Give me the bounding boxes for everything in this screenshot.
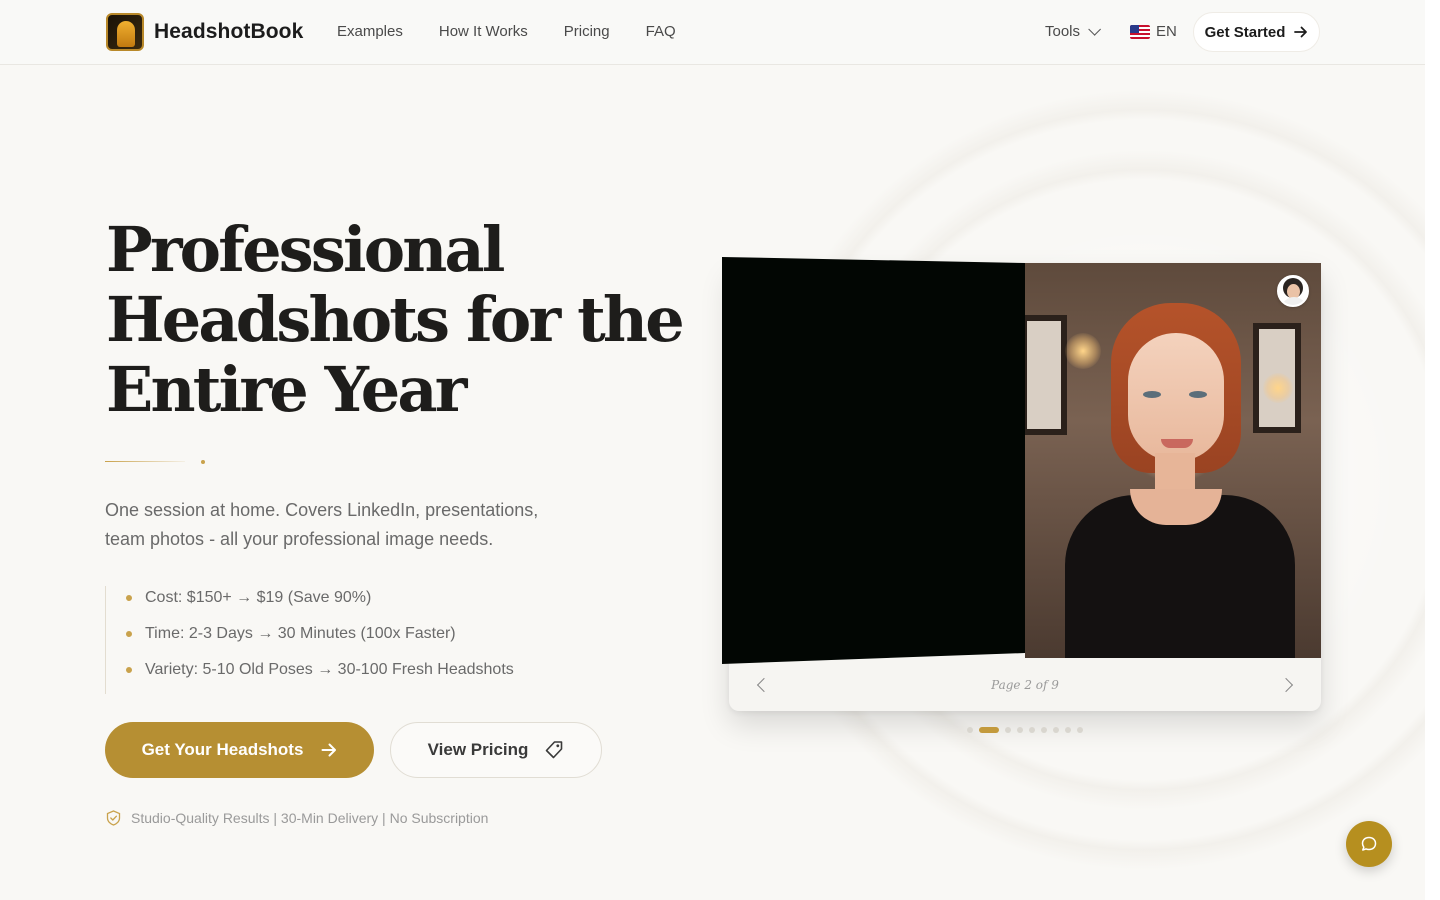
chevron-right-icon[interactable] <box>1278 677 1294 692</box>
decorative-divider <box>105 460 205 464</box>
headshotbook-logo-icon <box>106 13 144 51</box>
arrow-right-icon <box>1294 26 1308 38</box>
site-header: HeadshotBook Examples How It Works Prici… <box>0 0 1425 65</box>
wall-frame <box>1025 315 1067 435</box>
benefit-cost: Cost: $150+ → $19 (Save 90%) <box>126 586 514 622</box>
brand-logo[interactable]: HeadshotBook <box>106 13 303 51</box>
view-pricing-label: View Pricing <box>427 740 529 759</box>
get-your-headshots-label: Get Your Headshots <box>141 740 304 759</box>
price-tag-icon <box>546 741 563 759</box>
shield-check-icon <box>106 810 121 826</box>
chat-bubble-icon <box>1361 836 1377 851</box>
benefit-variety: Variety: 5-10 Old Poses → 30-100 Fresh H… <box>126 658 514 694</box>
user-avatar[interactable] <box>1277 275 1309 307</box>
benefit-time: Time: 2-3 Days → 30 Minutes (100x Faster… <box>126 622 514 658</box>
light-bokeh <box>1065 333 1101 369</box>
trust-line: Studio-Quality Results | 30-Min Delivery… <box>106 810 488 826</box>
carousel-dot[interactable] <box>967 727 973 733</box>
arrow-right-icon <box>321 743 337 757</box>
page-indicator: Page 2 of 9 <box>991 677 1059 692</box>
brand-name: HeadshotBook <box>154 20 304 43</box>
chevron-left-icon[interactable] <box>756 677 772 692</box>
us-flag-icon <box>1130 24 1150 39</box>
carousel-dot[interactable] <box>1077 727 1083 733</box>
book-page-left[interactable] <box>722 257 1025 664</box>
book-pagination-bar: Page 2 of 9 <box>729 658 1321 711</box>
carousel-dot[interactable] <box>1017 727 1023 733</box>
nav-link-examples[interactable]: Examples <box>337 23 403 40</box>
carousel-dot-active[interactable] <box>979 727 999 733</box>
hero-title: Professional Headshots for the Entire Ye… <box>106 213 685 426</box>
carousel-dot[interactable] <box>1029 727 1035 733</box>
portrait-lips <box>1161 439 1193 448</box>
headshot-book-viewer[interactable]: Page 2 of 9 <box>722 257 1322 712</box>
carousel-dot[interactable] <box>1041 727 1047 733</box>
chat-button[interactable] <box>1346 821 1392 867</box>
nav-link-how-it-works[interactable]: How It Works <box>439 23 528 40</box>
language-label: EN <box>1156 23 1177 40</box>
view-pricing-button[interactable]: View Pricing <box>390 722 602 778</box>
scrollbar-track[interactable] <box>1425 0 1440 900</box>
tools-label: Tools <box>1045 23 1081 40</box>
language-selector[interactable]: EN <box>1130 23 1177 40</box>
carousel-dot[interactable] <box>1053 727 1059 733</box>
get-started-button[interactable]: Get Started <box>1193 12 1320 52</box>
carousel-dot[interactable] <box>1065 727 1071 733</box>
portrait-eye <box>1143 391 1161 398</box>
book-page-right-headshot[interactable] <box>1025 263 1321 658</box>
carousel-dots <box>967 727 1083 733</box>
carousel-dot[interactable] <box>1005 727 1011 733</box>
light-bokeh <box>1263 373 1293 403</box>
hero-subtitle: One session at home. Covers LinkedIn, pr… <box>105 500 539 549</box>
portrait-eye <box>1189 391 1207 398</box>
trust-text: Studio-Quality Results | 30-Min Delivery… <box>131 810 489 826</box>
get-your-headshots-button[interactable]: Get Your Headshots <box>105 722 374 778</box>
nav-link-pricing[interactable]: Pricing <box>564 23 610 40</box>
main-nav: Examples How It Works Pricing FAQ <box>337 23 676 40</box>
get-started-label: Get Started <box>1204 23 1286 41</box>
tools-dropdown[interactable]: Tools <box>1045 23 1102 40</box>
nav-link-faq[interactable]: FAQ <box>646 23 676 40</box>
benefits-list: Cost: $150+ → $19 (Save 90%) Time: 2-3 D… <box>105 586 514 694</box>
chevron-down-icon <box>1088 23 1102 36</box>
